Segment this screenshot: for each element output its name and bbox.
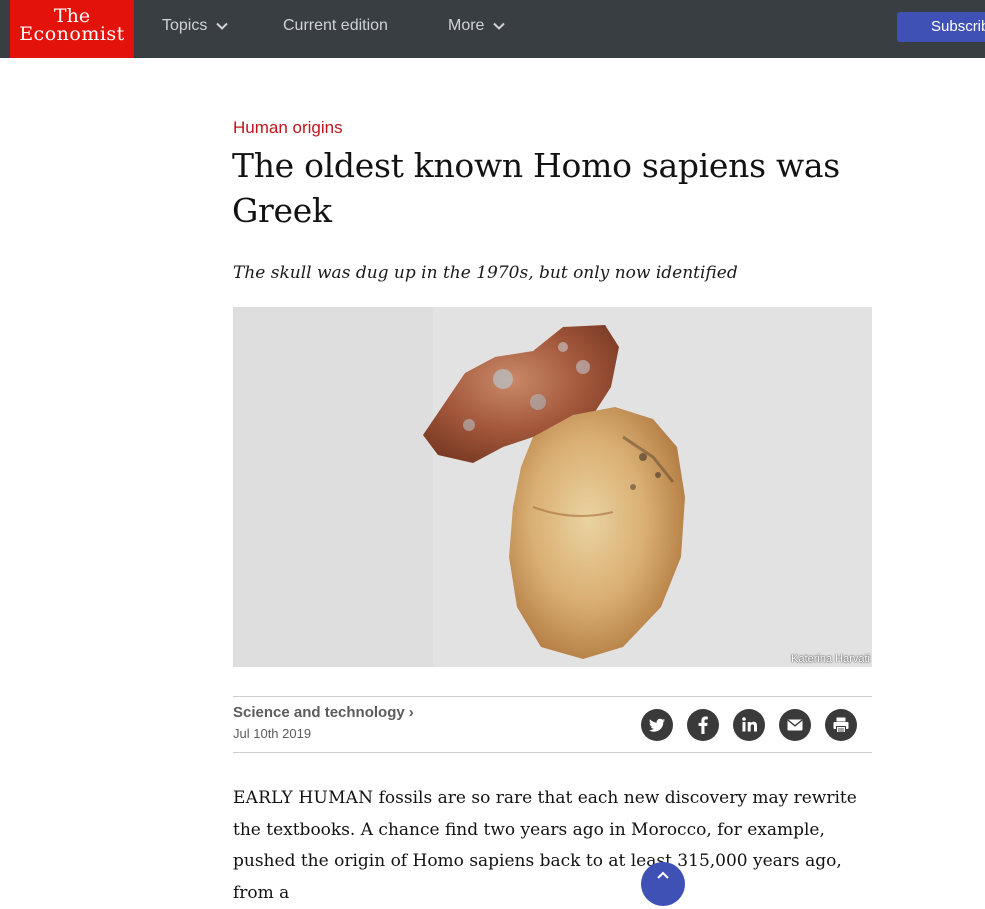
article-headline: The oldest known Homo sapiens was Greek — [232, 146, 840, 230]
share-facebook-button[interactable] — [687, 709, 719, 741]
nav-current-edition[interactable]: Current edition — [283, 16, 388, 36]
divider-bottom — [233, 752, 872, 753]
article-rubric[interactable]: Human origins — [233, 118, 343, 138]
facebook-icon — [698, 716, 708, 734]
section-link-label: Science and technology — [233, 704, 405, 721]
nav-current-edition-label: Current edition — [283, 17, 388, 34]
image-credit: Katerina Harvati — [791, 653, 870, 665]
email-icon — [787, 719, 803, 731]
twitter-icon — [649, 718, 665, 732]
chevron-down-icon — [216, 22, 228, 30]
logo-line-2: Economist — [19, 23, 125, 45]
chevron-up-icon — [657, 871, 669, 879]
print-icon — [833, 717, 849, 733]
article-body-paragraph: EARLY HUMAN fossils are so rare that eac… — [233, 783, 873, 909]
share-twitter-button[interactable] — [641, 709, 673, 741]
nav-topics[interactable]: Topics — [162, 16, 228, 36]
body-lead-in: EARLY HUMAN — [233, 788, 374, 808]
nav-topics-label: Topics — [162, 17, 208, 34]
top-navigation-bar: The Economist Topics Current edition Mor… — [0, 0, 985, 58]
linkedin-icon — [742, 717, 757, 732]
divider-top — [233, 696, 872, 697]
nav-more-label: More — [448, 17, 485, 34]
section-link[interactable]: Science and technology › — [233, 704, 414, 722]
nav-more[interactable]: More — [448, 16, 505, 36]
chevron-down-icon — [493, 22, 505, 30]
economist-logo[interactable]: The Economist — [10, 0, 134, 58]
skull-photo — [233, 307, 872, 667]
share-email-button[interactable] — [779, 709, 811, 741]
article-subhead: The skull was dug up in the 1970s, but o… — [233, 263, 738, 283]
article-date: Jul 10th 2019 — [233, 726, 312, 741]
chevron-right-icon: › — [408, 704, 414, 721]
article-lead-image: Katerina Harvati — [233, 307, 872, 667]
subscribe-button[interactable]: Subscribe — [897, 12, 985, 42]
share-print-button[interactable] — [825, 709, 857, 741]
scroll-to-top-button[interactable] — [641, 862, 685, 906]
share-linkedin-button[interactable] — [733, 709, 765, 741]
